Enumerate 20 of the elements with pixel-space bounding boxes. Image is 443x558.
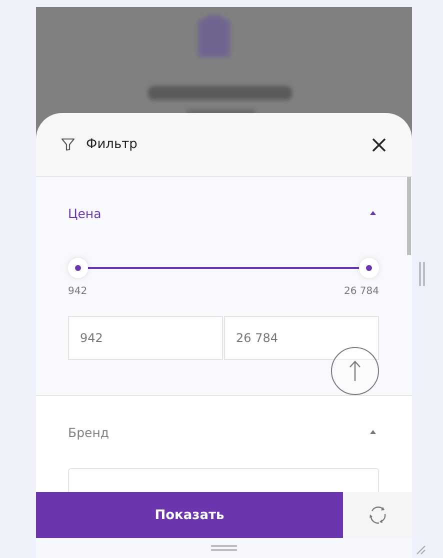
caret-icon[interactable] xyxy=(370,211,376,215)
max-price-label: 26 784 xyxy=(344,286,379,297)
refresh-icon xyxy=(368,505,388,525)
filter-icon xyxy=(61,138,75,151)
section-title[interactable]: Бренд xyxy=(68,424,110,440)
caret-icon[interactable] xyxy=(370,430,376,434)
scrollbar-thumb[interactable] xyxy=(407,177,411,255)
resize-handle-icon[interactable] xyxy=(419,262,425,286)
slider-handle[interactable] xyxy=(68,258,88,278)
close-button[interactable] xyxy=(372,138,386,152)
slider-handle[interactable] xyxy=(359,258,379,278)
scroll-to-top-button[interactable] xyxy=(331,347,379,395)
panel-title: Фильтр xyxy=(86,137,138,152)
section-title[interactable]: Цена xyxy=(68,206,102,220)
price-input-field[interactable]: 942 xyxy=(68,316,223,360)
show-button[interactable]: Показать xyxy=(36,492,343,538)
arrow-up-icon xyxy=(349,360,361,382)
price-input-field[interactable]: 26 784 xyxy=(224,316,379,360)
drag-handle-icon xyxy=(211,545,237,551)
min-price-label: 942 xyxy=(68,286,88,297)
